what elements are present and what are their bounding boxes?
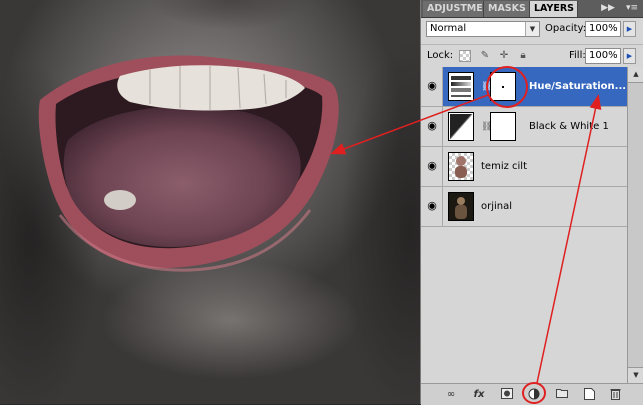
visibility-toggle[interactable]: ◉	[421, 67, 443, 106]
opacity-input[interactable]: 100%	[585, 21, 621, 37]
lock-all-icon[interactable]: 🔒︎	[517, 50, 529, 62]
lock-transparent-icon[interactable]	[459, 50, 471, 62]
mouth-illustration	[38, 55, 339, 272]
fx-icon[interactable]: fx	[471, 388, 487, 401]
lock-brush-icon[interactable]: ✎	[479, 50, 491, 62]
original-photo-thumbnail[interactable]	[448, 192, 474, 221]
fill-input[interactable]: 100%	[585, 48, 621, 64]
hue-saturation-adjustment-icon[interactable]	[448, 72, 474, 101]
black-white-adjustment-icon[interactable]	[448, 112, 474, 141]
layers-panel: ADJUSTMENTS MASKS LAYERS ▶▶ ▾≡ Normal ▼ …	[420, 0, 643, 405]
eye-icon[interactable]: ◉	[425, 120, 439, 132]
skin-layer-thumbnail[interactable]	[448, 152, 474, 181]
opacity-slider-arrow-icon[interactable]: ▶	[623, 21, 636, 37]
new-layer-icon[interactable]	[581, 388, 597, 401]
blend-mode-select[interactable]: Normal ▼	[426, 21, 540, 37]
blend-mode-value: Normal	[430, 23, 467, 34]
panel-tab-bar: ADJUSTMENTS MASKS LAYERS ▶▶ ▾≡	[421, 0, 643, 18]
fill-slider-arrow-icon[interactable]: ▶	[623, 48, 636, 64]
tab-masks[interactable]: MASKS	[484, 1, 530, 17]
visibility-toggle[interactable]: ◉	[421, 187, 443, 226]
visibility-toggle[interactable]: ◉	[421, 107, 443, 146]
scroll-down-icon[interactable]: ▼	[628, 367, 643, 383]
tab-layers[interactable]: LAYERS	[530, 1, 578, 17]
layer-name[interactable]: Black & White 1	[529, 121, 609, 132]
tab-adjustments[interactable]: ADJUSTMENTS	[423, 1, 484, 17]
layer-row-temiz-cilt[interactable]: ◉ temiz cilt	[421, 147, 627, 187]
new-group-icon[interactable]	[554, 388, 570, 401]
chevron-down-icon: ▼	[525, 22, 539, 36]
eye-icon[interactable]: ◉	[425, 200, 439, 212]
new-adjustment-layer-icon[interactable]	[526, 388, 542, 401]
layer-name[interactable]: Hue/Saturation...	[529, 81, 626, 92]
scroll-up-icon[interactable]: ▲	[628, 67, 643, 83]
layers-scrollbar[interactable]: ▲ ▼	[627, 67, 643, 383]
lock-move-icon[interactable]: ✛	[498, 50, 510, 62]
lock-row: Lock: ✎ ✛ 🔒︎ Fill: 100% ▶	[421, 44, 643, 68]
layer-row-hue-saturation[interactable]: ◉ ⛓ Hue/Saturation...	[421, 67, 627, 107]
layer-mask-thumbnail[interactable]	[490, 112, 516, 141]
lock-label: Lock:	[427, 50, 454, 61]
panel-menu-icon[interactable]: ▾≡	[622, 1, 642, 16]
eye-icon[interactable]: ◉	[425, 80, 439, 92]
layer-row-orjinal[interactable]: ◉ orjinal	[421, 187, 627, 227]
layer-row-black-white[interactable]: ◉ ⛓ Black & White 1	[421, 107, 627, 147]
add-mask-icon[interactable]	[499, 388, 515, 401]
layer-name[interactable]: orjinal	[481, 201, 512, 212]
fill-label: Fill:	[569, 50, 586, 61]
layer-mask-thumbnail[interactable]	[490, 72, 516, 101]
layer-name[interactable]: temiz cilt	[481, 161, 527, 172]
visibility-toggle[interactable]: ◉	[421, 147, 443, 186]
layers-list: ◉ ⛓ Hue/Saturation... ◉ ⛓ Black & White …	[421, 67, 627, 383]
layers-bottom-toolbar: ∞ fx	[421, 383, 643, 405]
eye-icon[interactable]: ◉	[425, 160, 439, 172]
photo-canvas[interactable]	[0, 0, 420, 404]
opacity-label: Opacity:	[545, 23, 587, 34]
trash-icon[interactable]	[607, 388, 623, 401]
double-chevron-right-icon[interactable]: ▶▶	[601, 1, 615, 16]
link-layers-icon[interactable]: ∞	[443, 388, 459, 401]
